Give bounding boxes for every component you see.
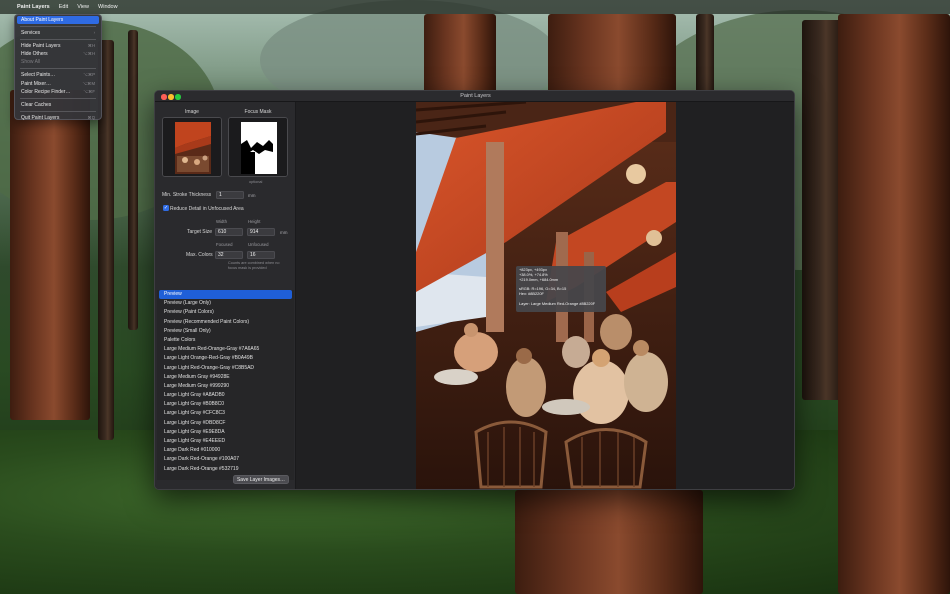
menu-separator [20, 68, 96, 70]
menu-item-label: Show All [21, 59, 41, 66]
layer-list-item[interactable]: Large Dark Red #010000 [159, 446, 292, 455]
layer-list-item[interactable]: Large Light Orange-Red-Gray #B0A49B [159, 354, 292, 363]
target-size-label: Target Size [187, 229, 213, 235]
max-colors-label: Max. Colors [186, 252, 213, 258]
layer-list: Preview Preview (Large Only) Preview (Pain… [157, 290, 294, 480]
app-dropdown-menu: About Paint Layers Services › Hide Paint La… [14, 14, 102, 122]
min-stroke-label: Min. Stroke Thickness [162, 192, 212, 198]
height-header: Height [248, 219, 261, 224]
menu-item-label: Quit Paint Layers [21, 114, 60, 121]
settings-sidebar: Image Focus Mask optional Min. Stroke Th… [155, 102, 296, 489]
height-input[interactable] [247, 228, 275, 236]
menu-app[interactable]: Paint Layers [17, 4, 50, 10]
menu-item-label: Select Paints… [21, 72, 56, 79]
image-label: Image [185, 109, 199, 115]
layer-list-item[interactable]: Preview (Paint Colors) [159, 308, 292, 317]
layer-list-item[interactable]: Preview [159, 290, 292, 300]
focus-mask-thumbnail [229, 118, 287, 176]
menu-item-label: Hide Others [21, 51, 48, 58]
menu-item-shortcut: ⌘H [87, 43, 95, 49]
menu-item-hide-others[interactable]: Hide Others ⌥⌘H [17, 50, 99, 58]
preview-image[interactable]: +823px, +493px +38.0%, +74.8% +219.0mm, +6… [416, 102, 676, 489]
preview-pane: +823px, +493px +38.0%, +74.8% +219.0mm, +6… [296, 102, 794, 489]
menu-item-services[interactable]: Services › [17, 29, 99, 37]
layer-list-item[interactable]: Large Light Gray #CFC8C3 [159, 409, 292, 418]
image-thumbnail [163, 118, 221, 176]
menu-view[interactable]: View [77, 4, 89, 10]
focused-header: Focused [216, 242, 233, 247]
window-titlebar[interactable]: Paint Layers [155, 91, 794, 102]
unfocused-colors-input[interactable] [247, 251, 275, 259]
colors-note: Counts are combined when no focus mask i… [228, 261, 280, 270]
menu-separator [20, 39, 96, 41]
menu-separator [20, 26, 96, 28]
menu-item-show-all: Show All [17, 58, 99, 66]
reduce-detail-label[interactable]: Reduce Detail in Unfocused Area [170, 206, 244, 212]
menu-item-select-paints[interactable]: Select Paints… ⌥⌘P [17, 71, 99, 79]
tooltip-line: Layer: Large Medium Red-Orange #8B220F [519, 300, 596, 306]
layer-list-item[interactable]: Large Light Gray #B0B8C0 [159, 400, 292, 409]
menu-item-shortcut: ⌘Q [87, 114, 95, 120]
window-title: Paint Layers [460, 93, 491, 99]
min-stroke-unit: mm [248, 193, 256, 198]
layer-list-item[interactable]: Large Dark Red-Orange #532719 [159, 465, 292, 474]
layer-list-item[interactable]: Large Dark Red-Orange #100A07 [159, 455, 292, 464]
menu-item-shortcut: ⌥⌘M [82, 80, 95, 86]
menu-item-label: Paint Mixer… [21, 80, 52, 87]
unfocused-header: Unfocused [248, 242, 269, 247]
menu-item-hide-paint-layers[interactable]: Hide Paint Layers ⌘H [17, 42, 99, 50]
menu-item-label: Services [21, 30, 41, 37]
focus-mask-well[interactable] [228, 117, 288, 177]
menu-item-label: Hide Paint Layers [21, 43, 61, 50]
menu-item-label: Color Recipe Finder… [21, 88, 71, 95]
close-window-button[interactable] [161, 94, 167, 100]
layer-list-item[interactable]: Large Medium Gray #94928E [159, 373, 292, 382]
menu-edit[interactable]: Edit [59, 4, 68, 10]
layer-list-item[interactable]: Large Medium Gray #999290 [159, 382, 292, 391]
menu-item-label: About Paint Layers [21, 17, 64, 23]
optional-label: optional [249, 180, 263, 184]
layer-list-item[interactable]: Preview (Recommended Paint Colors) [159, 318, 292, 327]
size-unit: mm [280, 230, 288, 235]
menu-item-clear-caches[interactable]: Clear Caches [17, 101, 99, 109]
layer-list-item[interactable]: Large Light Gray #E4EEED [159, 437, 292, 446]
menu-item-shortcut: ⌥⌘P [83, 72, 95, 78]
menu-separator [20, 97, 96, 99]
reduce-detail-checkbox[interactable]: ✓ [163, 205, 169, 211]
menu-item-shortcut: ⌥⌘F [83, 88, 95, 94]
menu-item-paint-mixer[interactable]: Paint Mixer… ⌥⌘M [17, 80, 99, 88]
paint-layers-window: Paint Layers Image Focus Mask optional M… [154, 90, 795, 490]
menu-item-quit-paint-layers[interactable]: Quit Paint Layers ⌘Q [17, 114, 99, 122]
focused-colors-input[interactable] [215, 251, 243, 259]
menu-separator [20, 110, 96, 112]
layer-list-item[interactable]: Large Light Gray #DBD8CF [159, 419, 292, 428]
layer-list-item[interactable]: Large Light Red-Orange-Gray #C8B5AD [159, 364, 292, 373]
zoom-window-button[interactable] [175, 94, 181, 100]
focus-mask-label: Focus Mask [244, 109, 272, 115]
pixel-info-tooltip: +823px, +493px +38.0%, +74.8% +219.0mm, +6… [516, 266, 606, 312]
min-stroke-input[interactable] [216, 191, 244, 199]
minimize-window-button[interactable] [168, 94, 174, 100]
menu-window[interactable]: Window [98, 4, 118, 10]
layer-list-item[interactable]: Preview (Small Only) [159, 327, 292, 336]
menu-item-shortcut: › [93, 30, 95, 36]
menu-item-color-recipe-finder[interactable]: Color Recipe Finder… ⌥⌘F [17, 88, 99, 96]
menu-bar: Paint Layers Edit View Window [0, 0, 950, 14]
menu-item-shortcut: ⌥⌘H [82, 51, 95, 57]
layer-list-item[interactable]: Palette Colors [159, 336, 292, 345]
layer-list-item[interactable]: Large Medium Red-Orange-Gray #7A6A65 [159, 345, 292, 354]
menu-item-about-paint-layers[interactable]: About Paint Layers [17, 16, 99, 25]
menu-item-label: Clear Caches [21, 101, 52, 108]
layer-list-item[interactable]: Preview (Large Only) [159, 299, 292, 308]
layer-list-item[interactable]: Large Light Gray #A8ADB0 [159, 391, 292, 400]
image-well[interactable] [162, 117, 222, 177]
width-input[interactable] [215, 228, 243, 236]
layer-list-item[interactable]: Large Light Gray #E9E8DA [159, 428, 292, 437]
save-layer-images-button[interactable]: Save Layer Images… [233, 475, 289, 484]
width-header: Width [216, 219, 227, 224]
